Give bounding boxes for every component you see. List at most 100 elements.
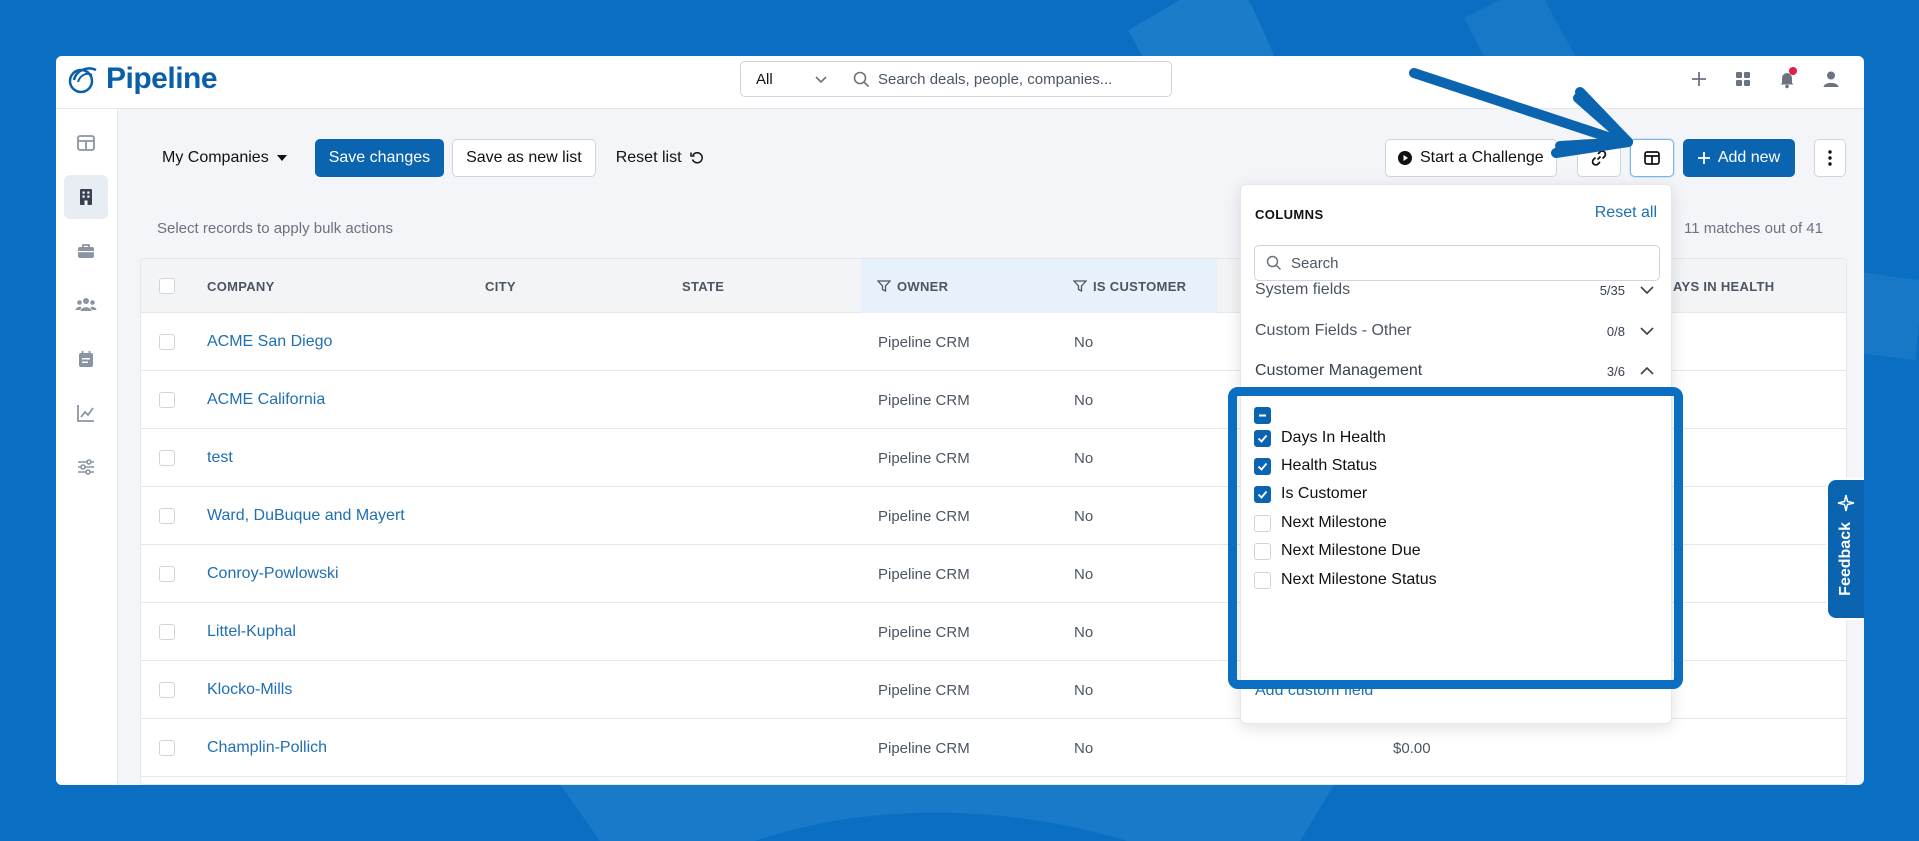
- company-link[interactable]: Conroy-Powlowski: [207, 545, 339, 603]
- start-challenge-button[interactable]: Start a Challenge: [1385, 139, 1557, 177]
- checkbox-unchecked[interactable]: [1254, 542, 1271, 560]
- checkbox-unchecked[interactable]: [1254, 514, 1271, 532]
- owner-cell: Pipeline CRM: [878, 333, 970, 351]
- column-header-is-customer[interactable]: IS CUSTOMER: [1057, 259, 1217, 313]
- list-picker-dropdown[interactable]: My Companies: [150, 139, 301, 177]
- is-customer-cell: No: [1074, 449, 1094, 467]
- sidebar-item-calendar[interactable]: [64, 337, 108, 381]
- checkbox-checked[interactable]: [1254, 429, 1271, 447]
- table-row[interactable]: Champlin-Pollich Pipeline CRM No $0.00: [141, 719, 1846, 777]
- value-cell: $0.00: [1393, 739, 1431, 757]
- plus-icon: [1697, 152, 1710, 164]
- feedback-label: Feedback: [1837, 522, 1854, 596]
- company-link[interactable]: Champlin-Pollich: [207, 719, 327, 777]
- save-as-new-list-button[interactable]: Save as new list: [452, 139, 596, 177]
- column-option-next-milestone-status[interactable]: Next Milestone Status: [1254, 568, 1437, 592]
- row-checkbox[interactable]: [159, 313, 175, 371]
- caret-down-icon: [276, 155, 287, 161]
- checkbox-checked[interactable]: [1254, 485, 1271, 503]
- row-checkbox[interactable]: [159, 429, 175, 487]
- columns-toggle-button[interactable]: [1630, 139, 1674, 177]
- chevron-up-icon: [1640, 366, 1654, 375]
- reset-all-link[interactable]: Reset all: [1595, 204, 1657, 222]
- plus-icon[interactable]: [1686, 66, 1712, 92]
- search-icon: [1266, 255, 1282, 271]
- more-options-button[interactable]: [1814, 139, 1846, 177]
- match-count: 11 matches out of 41: [1684, 220, 1823, 237]
- row-checkbox[interactable]: [159, 371, 175, 429]
- add-custom-field-link[interactable]: Add custom field: [1255, 682, 1373, 700]
- global-search-placeholder: Search deals, people, companies...: [878, 70, 1113, 88]
- columns-panel-title: COLUMNS: [1255, 207, 1324, 222]
- logo[interactable]: Pipeline: [66, 62, 218, 96]
- copy-link-button[interactable]: [1577, 139, 1621, 177]
- add-new-button[interactable]: Add new: [1683, 139, 1795, 177]
- is-customer-cell: No: [1074, 681, 1094, 699]
- bulk-actions-hint: Select records to apply bulk actions: [157, 220, 393, 237]
- row-checkbox[interactable]: [159, 487, 175, 545]
- chevron-down-icon: [1640, 327, 1654, 336]
- apps-grid-icon[interactable]: [1730, 66, 1756, 92]
- top-icons: [1686, 66, 1844, 92]
- notification-dot: [1789, 67, 1797, 75]
- is-customer-cell: No: [1074, 565, 1094, 583]
- pipeline-logo-icon: [68, 67, 97, 94]
- column-header-days-in-health[interactable]: AYS IN HEALTH: [1673, 259, 1774, 313]
- checkbox-unchecked[interactable]: [1254, 571, 1271, 589]
- row-checkbox[interactable]: [159, 661, 175, 719]
- search-scope-select[interactable]: All: [740, 61, 843, 97]
- sidebar-item-companies[interactable]: [64, 175, 108, 219]
- search-scope-value: All: [756, 70, 773, 88]
- reset-list-button[interactable]: Reset list: [604, 139, 716, 177]
- user-icon[interactable]: [1818, 66, 1844, 92]
- company-link[interactable]: ACME San Diego: [207, 313, 332, 371]
- start-challenge-label: Start a Challenge: [1420, 149, 1544, 166]
- feedback-tab[interactable]: Feedback: [1826, 478, 1864, 620]
- sidebar-item-settings[interactable]: [64, 445, 108, 489]
- company-link[interactable]: Littel-Kuphal: [207, 603, 296, 661]
- calendar-icon: [79, 351, 93, 367]
- reset-list-label: Reset list: [615, 149, 682, 166]
- row-checkbox[interactable]: [159, 719, 175, 777]
- column-option-health-status[interactable]: Health Status: [1254, 454, 1377, 478]
- column-option-next-milestone[interactable]: Next Milestone: [1254, 511, 1387, 535]
- owner-cell: Pipeline CRM: [878, 681, 970, 699]
- sidebar-item-dashboard[interactable]: [64, 121, 108, 165]
- group-custom-fields-other[interactable]: Custom Fields - Other 0/8: [1255, 317, 1661, 345]
- sidebar: [56, 109, 118, 785]
- column-header-state[interactable]: STATE: [682, 259, 724, 313]
- column-header-owner[interactable]: OWNER: [861, 259, 1057, 313]
- reset-icon: [689, 152, 703, 164]
- column-header-company[interactable]: COMPANY: [207, 259, 275, 313]
- column-option-next-milestone-due[interactable]: Next Milestone Due: [1254, 539, 1421, 563]
- sidebar-item-reports[interactable]: [64, 391, 108, 435]
- filter-icon: [1073, 280, 1087, 292]
- company-link[interactable]: test: [207, 429, 233, 487]
- column-header-city[interactable]: CITY: [485, 259, 516, 313]
- column-option-is-customer[interactable]: Is Customer: [1254, 482, 1367, 506]
- global-search-input[interactable]: Search deals, people, companies...: [842, 61, 1172, 97]
- checkbox-checked[interactable]: [1254, 457, 1271, 475]
- owner-cell: Pipeline CRM: [878, 565, 970, 583]
- company-link[interactable]: ACME California: [207, 371, 325, 429]
- sidebar-item-deals[interactable]: [64, 229, 108, 273]
- select-all-checkbox[interactable]: [159, 259, 175, 313]
- group-count: 5/35: [1599, 282, 1625, 298]
- is-customer-cell: No: [1074, 333, 1094, 351]
- building-icon: [80, 189, 92, 205]
- company-link[interactable]: Klocko-Mills: [207, 661, 292, 719]
- group-system-fields[interactable]: System fields 5/35: [1255, 276, 1661, 304]
- column-option-days-in-health[interactable]: Days In Health: [1254, 426, 1386, 450]
- company-link[interactable]: Ward, DuBuque and Mayert: [207, 487, 405, 545]
- row-checkbox[interactable]: [159, 603, 175, 661]
- owner-cell: Pipeline CRM: [878, 507, 970, 525]
- search-icon: [853, 71, 870, 88]
- row-checkbox[interactable]: [159, 545, 175, 603]
- columns-icon: [1644, 151, 1660, 165]
- filter-icon: [877, 280, 891, 292]
- save-changes-button[interactable]: Save changes: [314, 139, 445, 177]
- bell-icon[interactable]: [1774, 66, 1800, 92]
- sidebar-item-people[interactable]: [64, 283, 108, 327]
- select-all-group-checkbox[interactable]: [1254, 403, 1271, 427]
- group-customer-management-header[interactable]: Customer Management 3/6: [1255, 356, 1661, 386]
